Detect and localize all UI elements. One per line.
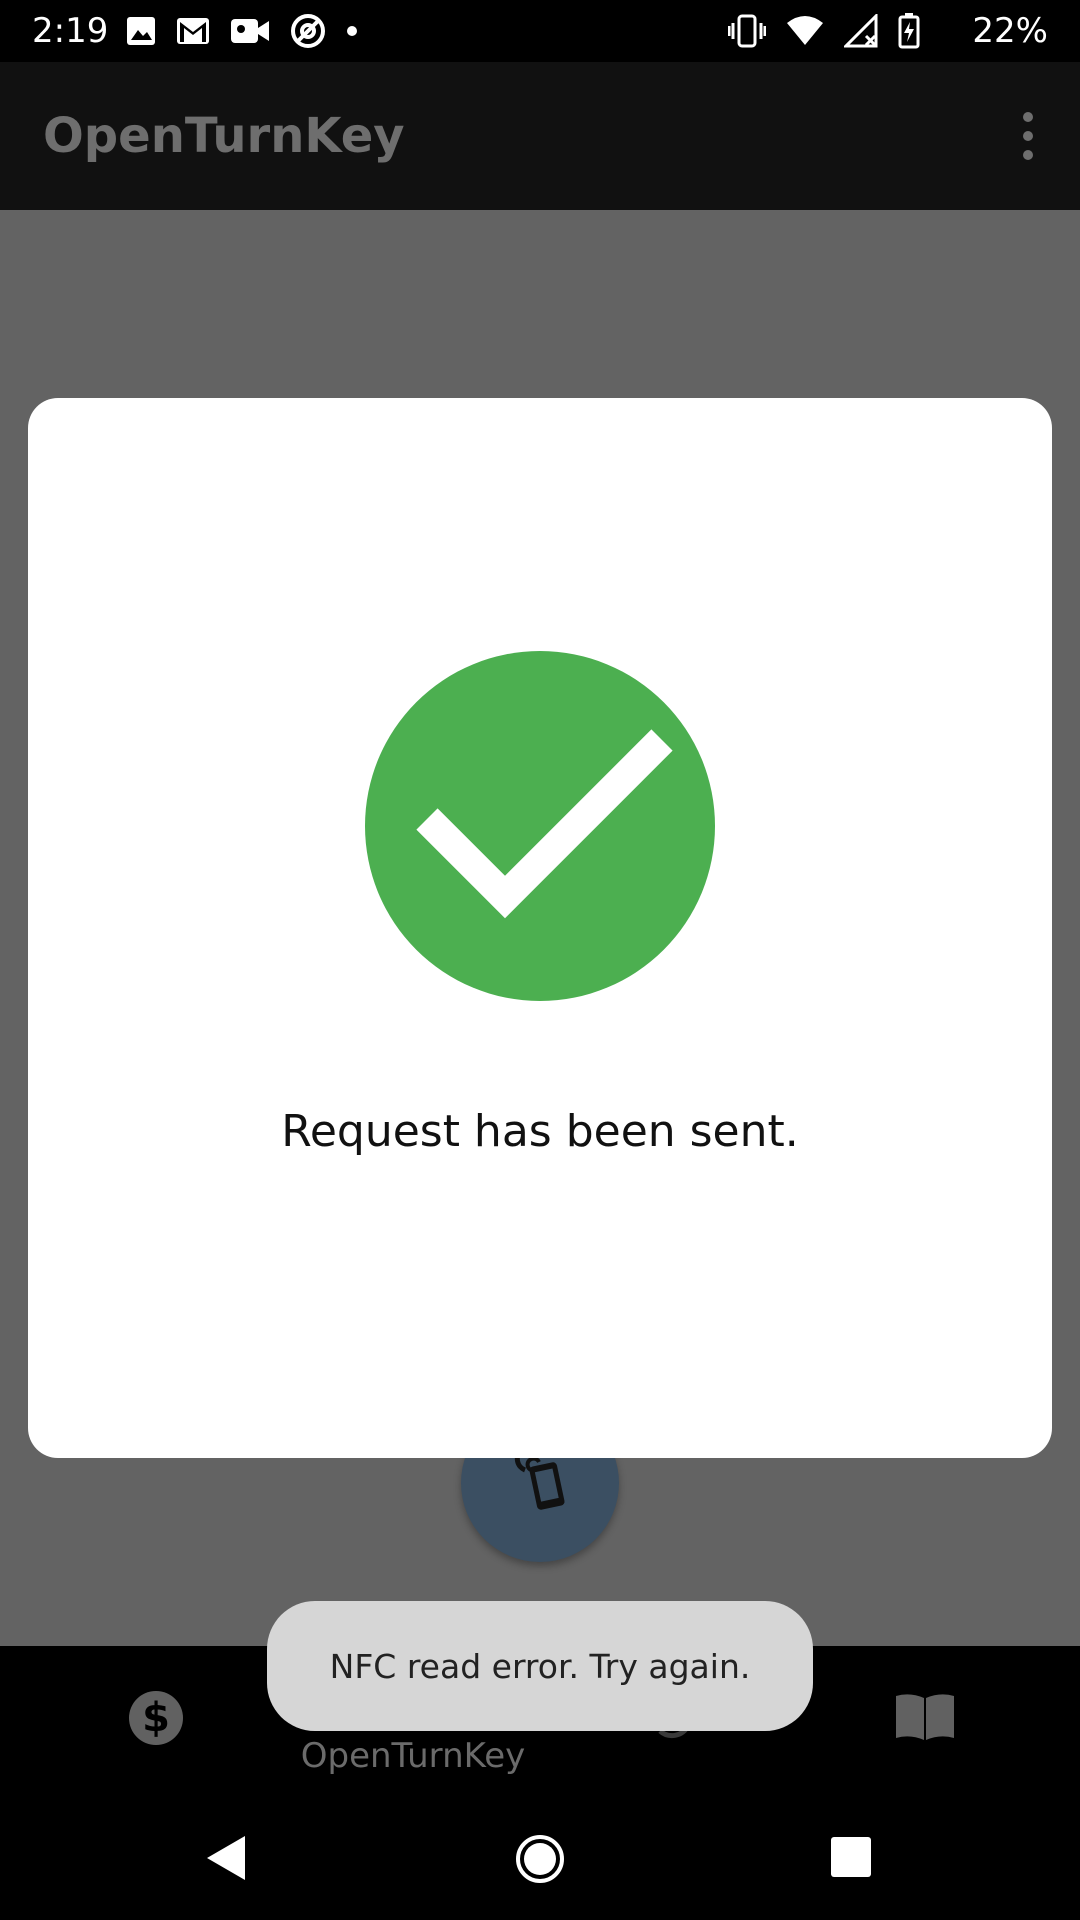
notification-icons xyxy=(126,14,358,48)
overflow-menu-icon[interactable] xyxy=(1000,106,1056,166)
book-icon xyxy=(896,1694,954,1740)
svg-text:$: $ xyxy=(142,1695,170,1741)
image-icon xyxy=(126,16,156,46)
nav-item-payments[interactable]: $ xyxy=(20,1646,290,1800)
at-icon xyxy=(290,13,326,49)
battery-percent: 22% xyxy=(972,11,1048,51)
signal-icon xyxy=(844,14,878,48)
status-bar: 2:19 22% xyxy=(0,0,1080,62)
success-dialog: Request has been sent. xyxy=(28,398,1052,1458)
dialog-message: Request has been sent. xyxy=(281,1106,799,1157)
app-title: OpenTurnKey xyxy=(43,108,405,164)
nav-item-book[interactable] xyxy=(790,1646,1060,1800)
battery-charging-icon xyxy=(898,13,920,49)
toast: NFC read error. Try again. xyxy=(267,1601,813,1731)
video-icon xyxy=(230,16,270,46)
app-bar: OpenTurnKey xyxy=(0,62,1080,210)
gmail-icon xyxy=(176,17,210,45)
back-icon[interactable] xyxy=(205,1834,247,1882)
screen: 2:19 22% OpenTurnKey $ OpenTurnKey Reque… xyxy=(0,0,1080,1920)
recents-icon[interactable] xyxy=(830,1836,872,1878)
toast-message: NFC read error. Try again. xyxy=(329,1646,751,1686)
wifi-icon xyxy=(786,15,824,47)
home-icon[interactable] xyxy=(515,1834,565,1884)
check-circle-icon xyxy=(365,651,715,1001)
dollar-icon: $ xyxy=(129,1691,183,1745)
nav-label-openturnkey: OpenTurnKey xyxy=(300,1736,526,1776)
dot-icon xyxy=(346,25,358,37)
vibrate-icon xyxy=(728,14,766,48)
system-status-icons xyxy=(728,12,920,50)
system-navigation-bar xyxy=(0,1800,1080,1920)
status-time: 2:19 xyxy=(32,11,109,51)
